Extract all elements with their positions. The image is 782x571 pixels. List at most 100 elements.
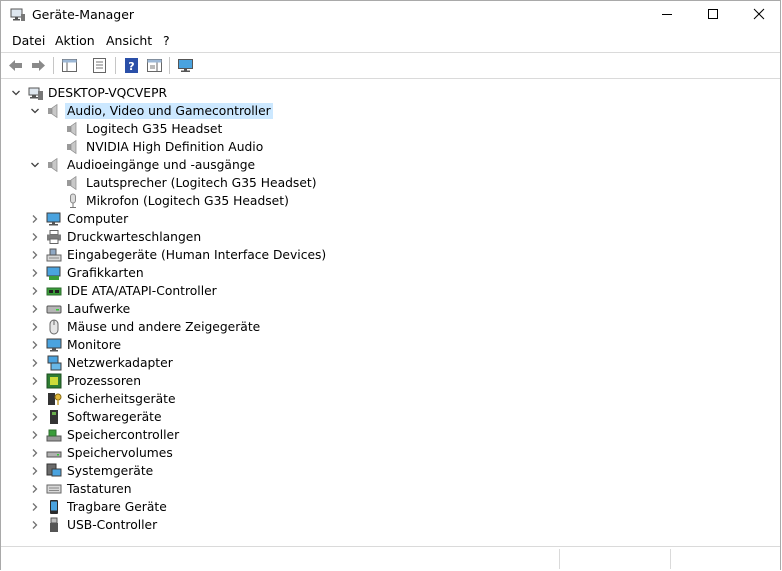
tree-item-label: DESKTOP-VQCVEPR: [48, 86, 168, 100]
tree-category[interactable]: Laufwerke: [1, 300, 780, 318]
chevron-right-icon[interactable]: [29, 267, 41, 279]
tree-category[interactable]: IDE ATA/ATAPI-Controller: [1, 282, 780, 300]
status-bar: [1, 546, 780, 571]
tree-item-label: Audioeingänge und -ausgänge: [67, 158, 256, 172]
chevron-right-icon[interactable]: [29, 321, 41, 333]
tree-item-label: Laufwerke: [67, 302, 131, 316]
forward-icon[interactable]: [30, 57, 47, 74]
menu-datei[interactable]: Datei: [12, 33, 45, 48]
close-button[interactable]: [736, 1, 782, 29]
tree-category[interactable]: Audio, Video und Gamecontroller: [1, 102, 780, 120]
tree-item-label: Mikrofon (Logitech G35 Headset): [86, 194, 289, 208]
chevron-right-icon[interactable]: [29, 249, 41, 261]
menu-aktion[interactable]: Aktion: [55, 33, 95, 48]
tree-item-label: Netzwerkadapter: [67, 356, 173, 370]
chevron-right-icon[interactable]: [29, 231, 41, 243]
tree-category[interactable]: Monitore: [1, 336, 780, 354]
tree-category[interactable]: Sicherheitsgeräte: [1, 390, 780, 408]
maximize-button[interactable]: [690, 1, 736, 29]
close-icon: [753, 8, 765, 23]
tree-category[interactable]: Systemgeräte: [1, 462, 780, 480]
help-icon[interactable]: ?: [123, 57, 140, 74]
chevron-right-icon[interactable]: [29, 519, 41, 531]
tree-category[interactable]: Tastaturen: [1, 480, 780, 498]
menu-ansicht[interactable]: Ansicht: [106, 33, 152, 48]
device-tree: DESKTOP-VQCVEPR Audio, Video und Gamecont…: [1, 81, 780, 544]
chevron-right-icon[interactable]: [29, 213, 41, 225]
tree-root-computer[interactable]: DESKTOP-VQCVEPR: [1, 84, 780, 102]
chevron-right-icon[interactable]: [29, 393, 41, 405]
chevron-right-icon[interactable]: [29, 483, 41, 495]
speaker-icon: [65, 175, 81, 191]
chevron-right-icon[interactable]: [29, 303, 41, 315]
toolbar-separator: [115, 57, 116, 74]
tree-category[interactable]: Mäuse und andere Zeigegeräte: [1, 318, 780, 336]
computer-icon: [46, 211, 62, 227]
tree-item-label: Mäuse und andere Zeigegeräte: [67, 320, 261, 334]
tree-item-label: Grafikkarten: [67, 266, 144, 280]
svg-text:?: ?: [128, 60, 134, 73]
computer-root-icon: [28, 85, 44, 101]
tree-item-label: Logitech G35 Headset: [86, 122, 223, 136]
minimize-button[interactable]: [644, 1, 690, 29]
chevron-right-icon[interactable]: [29, 411, 41, 423]
chevron-down-icon[interactable]: [29, 159, 41, 171]
tree-item-label: Eingabegeräte (Human Interface Devices): [67, 248, 327, 262]
software-device-icon: [46, 409, 62, 425]
tree-item-label: Lautsprecher (Logitech G35 Headset): [86, 176, 317, 190]
tree-category[interactable]: Speichervolumes: [1, 444, 780, 462]
action-pane-icon[interactable]: [146, 57, 163, 74]
tree-category[interactable]: Netzwerkadapter: [1, 354, 780, 372]
tree-item-label: IDE ATA/ATAPI-Controller: [67, 284, 217, 298]
tree-category[interactable]: Audioeingänge und -ausgänge: [1, 156, 780, 174]
tree-category[interactable]: Softwaregeräte: [1, 408, 780, 426]
tree-category[interactable]: Speichercontroller: [1, 426, 780, 444]
tree-device[interactable]: NVIDIA High Definition Audio: [1, 138, 780, 156]
chevron-right-icon[interactable]: [29, 447, 41, 459]
security-device-icon: [46, 391, 62, 407]
speaker-icon: [65, 139, 81, 155]
hid-icon: [46, 247, 62, 263]
chevron-right-icon[interactable]: [29, 375, 41, 387]
tree-category[interactable]: Computer: [1, 210, 780, 228]
tree-category[interactable]: Druckwarteschlangen: [1, 228, 780, 246]
chevron-right-icon[interactable]: [29, 501, 41, 513]
storage-volume-icon: [46, 445, 62, 461]
device-manager-window: Geräte-Manager Datei Aktion Ansicht ? ? …: [0, 0, 781, 571]
tree-device[interactable]: Logitech G35 Headset: [1, 120, 780, 138]
keyboard-icon: [46, 481, 62, 497]
system-device-icon: [46, 463, 62, 479]
tree-category[interactable]: Tragbare Geräte: [1, 498, 780, 516]
tree-category[interactable]: USB-Controller: [1, 516, 780, 534]
monitor-scan-icon[interactable]: [177, 57, 194, 74]
properties-icon[interactable]: [91, 57, 108, 74]
usb-icon: [46, 517, 62, 533]
tree-category[interactable]: Prozessoren: [1, 372, 780, 390]
tree-item-label: Tastaturen: [67, 482, 132, 496]
chevron-right-icon[interactable]: [29, 429, 41, 441]
tree-device[interactable]: Mikrofon (Logitech G35 Headset): [1, 192, 780, 210]
tree-category[interactable]: Grafikkarten: [1, 264, 780, 282]
microphone-icon: [65, 193, 81, 209]
window-title: Geräte-Manager: [32, 7, 135, 22]
tree-item-label: Tragbare Geräte: [67, 500, 167, 514]
console-tree-icon[interactable]: [61, 57, 78, 74]
chevron-down-icon[interactable]: [29, 105, 41, 117]
processor-icon: [46, 373, 62, 389]
tree-item-label: Druckwarteschlangen: [67, 230, 202, 244]
speaker-icon: [65, 121, 81, 137]
menu-help[interactable]: ?: [163, 33, 170, 48]
chevron-right-icon[interactable]: [29, 285, 41, 297]
tree-item-label: Sicherheitsgeräte: [67, 392, 176, 406]
chevron-right-icon[interactable]: [29, 465, 41, 477]
back-icon[interactable]: [7, 57, 24, 74]
title-bar[interactable]: Geräte-Manager: [1, 1, 780, 29]
tree-device[interactable]: Lautsprecher (Logitech G35 Headset): [1, 174, 780, 192]
chevron-right-icon[interactable]: [29, 339, 41, 351]
menu-bar: Datei Aktion Ansicht ?: [1, 30, 780, 51]
tree-category[interactable]: Eingabegeräte (Human Interface Devices): [1, 246, 780, 264]
status-segment: [560, 549, 671, 569]
chevron-down-icon[interactable]: [10, 87, 22, 99]
chevron-right-icon[interactable]: [29, 357, 41, 369]
disk-drive-icon: [46, 301, 62, 317]
